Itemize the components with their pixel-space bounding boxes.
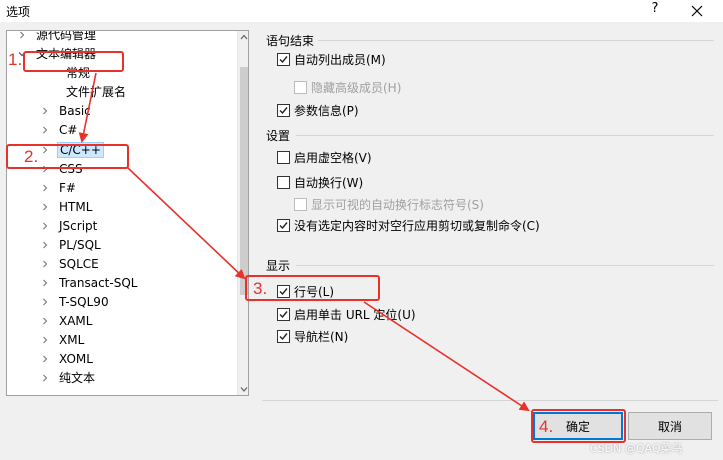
help-button[interactable]: ? (646, 1, 664, 21)
chevron-right-icon[interactable] (39, 182, 51, 194)
tree-item-label: XML (59, 332, 85, 347)
tree-item-label: 纯文本 (59, 371, 96, 385)
tree-item[interactable]: F# (39, 178, 78, 197)
option-label: 隐藏高级成员(H) (311, 81, 402, 95)
tree-item[interactable]: 源代码管理 (16, 30, 98, 44)
chevron-right-icon[interactable] (39, 277, 51, 289)
checkbox-checked-icon[interactable] (277, 308, 290, 321)
tree-item[interactable]: C# (39, 120, 79, 139)
chevron-right-icon[interactable] (39, 334, 51, 346)
chevron-right-icon[interactable] (39, 353, 51, 365)
scroll-up-button[interactable] (238, 31, 248, 43)
tree-item-label: T-SQL90 (59, 294, 109, 309)
tree-item[interactable]: PL/SQL (39, 235, 103, 254)
tree-item-label: XOML (59, 351, 93, 366)
annotation-step-1: 1. (8, 50, 23, 69)
chevron-right-icon[interactable] (39, 315, 51, 327)
checkbox-checked-icon[interactable] (277, 219, 290, 232)
chevron-right-icon[interactable] (16, 31, 28, 41)
tree-item-label: Basic (59, 103, 91, 118)
tree-item[interactable]: XML (39, 330, 86, 349)
title-bar: 选项 ? (0, 0, 723, 22)
annotation-step-3: 3. (253, 279, 268, 298)
window-title: 选项 (6, 5, 31, 19)
option-label: 自动列出成员(M) (294, 53, 386, 67)
option-checkbox[interactable]: 参数信息(P) (277, 102, 359, 119)
option-checkbox[interactable]: 没有选定内容时对空行应用剪切或复制命令(C) (277, 217, 540, 234)
option-checkbox[interactable]: 启用单击 URL 定位(U) (277, 306, 416, 323)
tree-item-label: F# (59, 180, 76, 195)
option-checkbox: 隐藏高级成员(H) (294, 79, 401, 96)
checkbox-unchecked-icon (294, 198, 307, 211)
tree-item[interactable]: 文件扩展名 (46, 82, 128, 101)
tree-item-label: PL/SQL (59, 237, 101, 252)
scroll-thumb[interactable] (240, 67, 248, 295)
group-divider (318, 40, 714, 41)
tree-item-label: XAML (59, 313, 93, 328)
tree-item[interactable]: SQLCE (39, 254, 101, 273)
option-label: 显示可视的自动换行标志符号(S) (311, 198, 484, 212)
checkbox-unchecked-icon[interactable] (277, 176, 290, 189)
option-label: 导航栏(N) (294, 330, 349, 344)
options-tree[interactable]: 源代码管理 文本编辑器 常规 文件扩展名 Basic C# C/C++ CSS F# HTML JS… (6, 30, 249, 396)
option-label: 自动换行(W) (294, 176, 364, 190)
option-checkbox: 显示可视的自动换行标志符号(S) (294, 196, 484, 213)
option-checkbox[interactable]: 导航栏(N) (277, 328, 348, 345)
annotation-box-1 (23, 51, 124, 72)
tree-item[interactable]: XOML (39, 349, 95, 368)
checkbox-unchecked-icon[interactable] (277, 151, 290, 164)
scroll-down-button[interactable] (238, 383, 248, 395)
tree-item-label: HTML (59, 199, 93, 214)
cancel-button[interactable]: 取消 (628, 412, 712, 440)
tree-item-label: SQLCE (59, 256, 99, 271)
close-icon (691, 5, 703, 17)
tree-item-label: C# (59, 122, 78, 137)
chevron-right-icon[interactable] (39, 258, 51, 270)
tree-item-label: 文件扩展名 (66, 85, 127, 99)
group-divider (296, 135, 714, 136)
annotation-step-2: 2. (24, 147, 39, 166)
option-label: 启用单击 URL 定位(U) (294, 308, 416, 322)
tree-item[interactable]: Basic (39, 101, 93, 120)
option-checkbox[interactable]: 自动列出成员(M) (277, 51, 386, 68)
option-label: 参数信息(P) (294, 104, 359, 118)
checkbox-checked-icon[interactable] (277, 330, 290, 343)
chevron-right-icon[interactable] (39, 124, 51, 136)
close-button[interactable] (686, 0, 708, 22)
checkbox-unchecked-icon (294, 81, 307, 94)
checkbox-checked-icon[interactable] (277, 104, 290, 117)
tree-scrollbar[interactable] (237, 31, 248, 395)
cancel-button-label: 取消 (657, 419, 682, 434)
checkbox-checked-icon[interactable] (277, 53, 290, 66)
option-checkbox[interactable]: 自动换行(W) (277, 174, 363, 191)
chevron-right-icon[interactable] (39, 372, 51, 384)
tree-item[interactable]: T-SQL90 (39, 292, 111, 311)
chevron-right-icon[interactable] (39, 220, 51, 232)
tree-item[interactable]: XAML (39, 311, 94, 330)
watermark: CSDN @QAQ菜鸟 (590, 442, 683, 455)
chevron-right-icon[interactable] (39, 105, 51, 117)
group-title-settings: 设置 (266, 129, 291, 143)
footer-divider (262, 400, 718, 401)
option-checkbox[interactable]: 启用虚空格(V) (277, 149, 372, 166)
tree-item[interactable]: HTML (39, 197, 94, 216)
group-title-statement-completion: 语句结束 (266, 34, 315, 48)
chevron-right-icon[interactable] (39, 296, 51, 308)
chevron-right-icon[interactable] (39, 201, 51, 213)
tree-item[interactable]: Transact-SQL (39, 273, 139, 292)
tree-item-label: Transact-SQL (59, 275, 138, 290)
group-title-display: 显示 (266, 259, 291, 273)
tree-item[interactable]: 纯文本 (39, 368, 97, 387)
option-label: 启用虚空格(V) (294, 151, 372, 165)
group-divider (296, 265, 714, 266)
tree-item-label: 源代码管理 (36, 30, 97, 42)
option-label: 没有选定内容时对空行应用剪切或复制命令(C) (294, 219, 540, 233)
chevron-right-icon[interactable] (39, 239, 51, 251)
tree-item[interactable]: JScript (39, 216, 99, 235)
tree-item-label: JScript (59, 218, 98, 233)
chevron-up-icon (240, 34, 248, 40)
annotation-step-4: 4. (539, 417, 554, 436)
chevron-down-icon (240, 387, 248, 392)
